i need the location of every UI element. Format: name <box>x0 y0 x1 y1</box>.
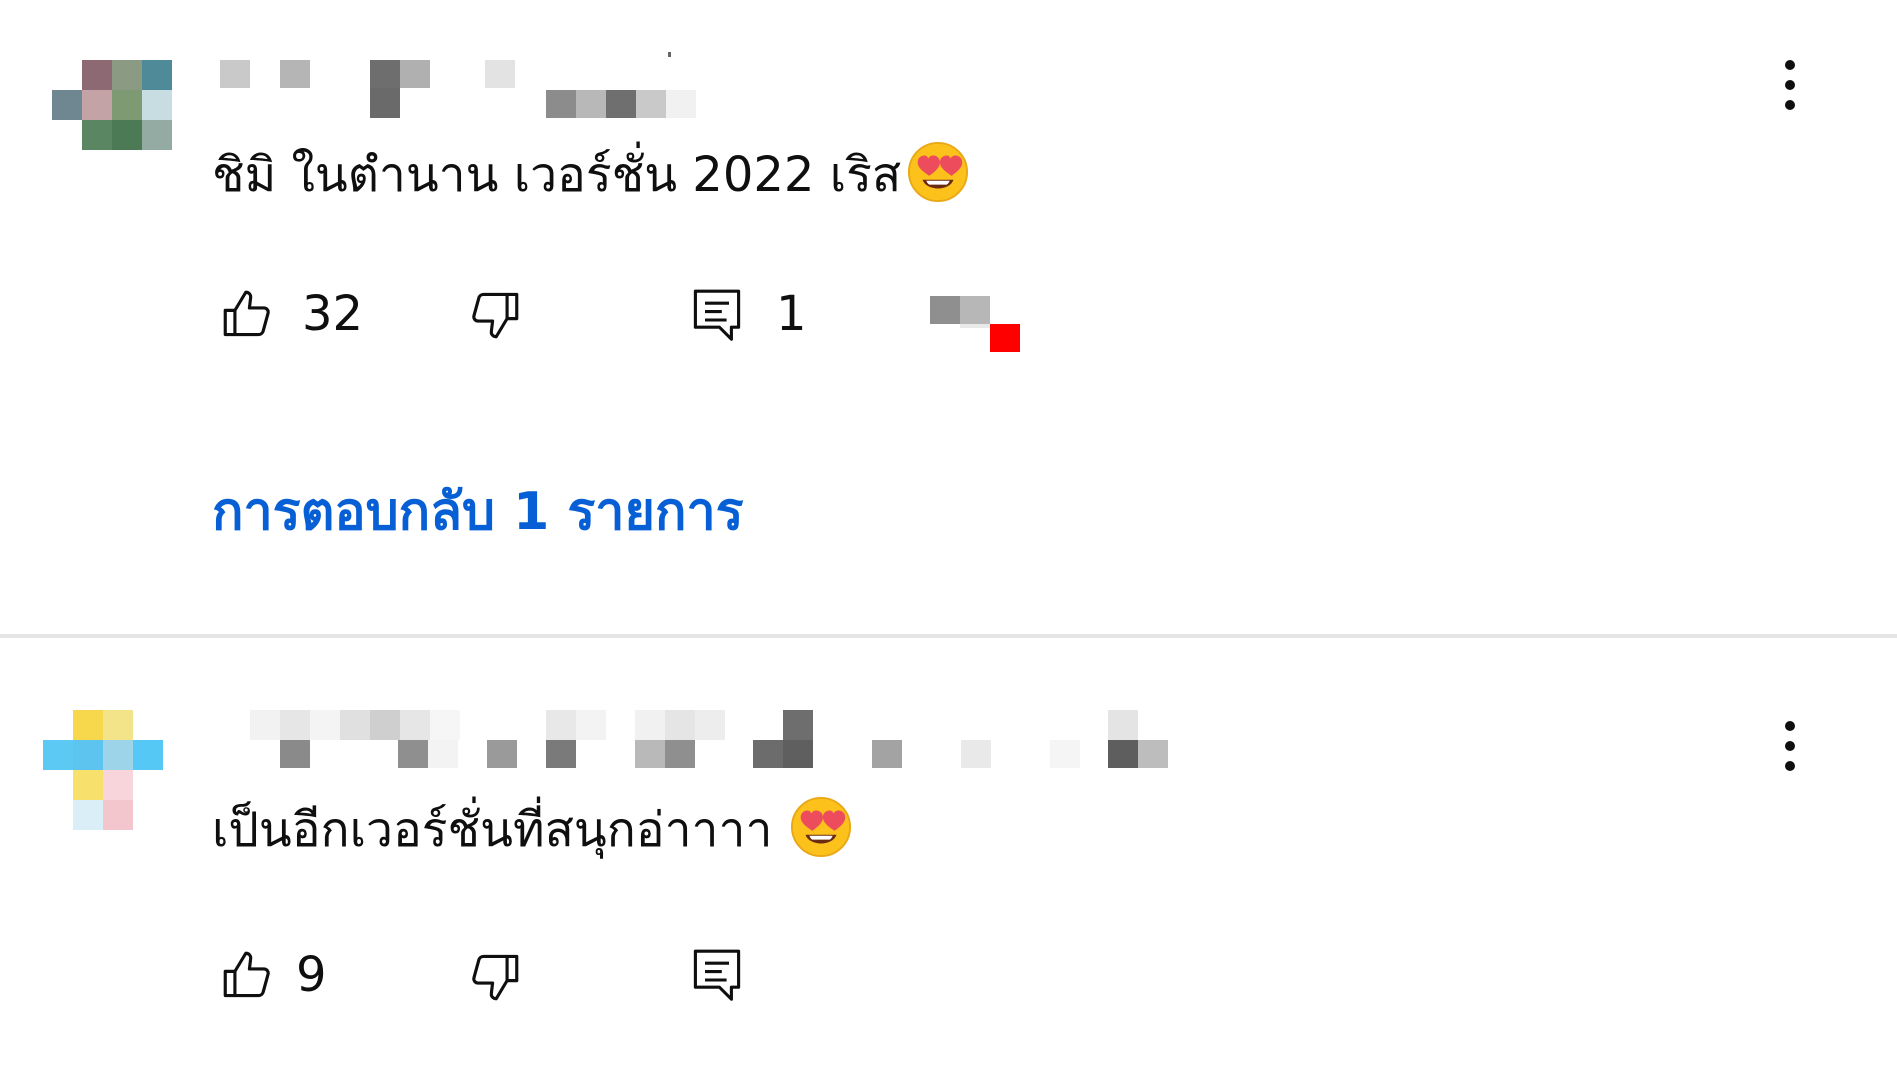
like-count: 9 <box>296 947 327 1003</box>
comment-divider <box>0 634 1897 638</box>
more-vert-icon <box>1785 721 1795 771</box>
like-icon <box>223 290 270 337</box>
like-icon <box>223 951 270 998</box>
reply-count: 1 <box>776 286 807 342</box>
comment-body: ชิมิ ในตำนาน เวอร์ชั่น 2022 เริส <box>212 147 902 203</box>
comment-thread: เป็นอีกเวอร์ชั่นที่สนุกอ่าาาา 9 <box>0 640 1897 1080</box>
author-name-redacted[interactable] <box>220 52 700 132</box>
reply-icon <box>693 289 741 341</box>
dislike-icon <box>472 292 519 339</box>
more-vert-icon <box>1785 60 1795 110</box>
author-name-redacted[interactable] <box>250 710 1180 790</box>
reply-icon <box>693 949 741 1001</box>
comment-text: เป็นอีกเวอร์ชั่นที่สนุกอ่าาาา <box>212 796 852 864</box>
like-button[interactable]: 32 <box>218 285 363 343</box>
comment-body: เป็นอีกเวอร์ชั่นที่สนุกอ่าาาา <box>212 802 773 858</box>
dislike-button[interactable] <box>466 286 524 344</box>
more-options-button[interactable] <box>1760 45 1820 125</box>
heart-eyes-emoji <box>791 796 852 858</box>
reply-button[interactable]: 1 <box>688 284 807 344</box>
comment-thread: ชิมิ ในตำนาน เวอร์ชั่น 2022 เริส 32 1 กา… <box>0 0 1897 630</box>
avatar[interactable] <box>43 710 163 830</box>
comment-text: ชิมิ ในตำนาน เวอร์ชั่น 2022 เริส <box>212 141 969 209</box>
creator-badge-redacted <box>930 296 1020 356</box>
avatar[interactable] <box>52 60 172 180</box>
like-button[interactable]: 9 <box>218 946 327 1004</box>
more-options-button[interactable] <box>1760 706 1820 786</box>
like-count: 32 <box>302 286 364 342</box>
view-replies-link[interactable]: การตอบกลับ 1 รายการ <box>212 480 744 544</box>
reply-button[interactable] <box>688 944 746 1004</box>
dislike-icon <box>472 954 519 1001</box>
comments-section: ชิมิ ในตำนาน เวอร์ชั่น 2022 เริส 32 1 กา… <box>0 0 1897 1080</box>
dislike-button[interactable] <box>466 948 524 1006</box>
heart-eyes-emoji <box>908 141 969 203</box>
